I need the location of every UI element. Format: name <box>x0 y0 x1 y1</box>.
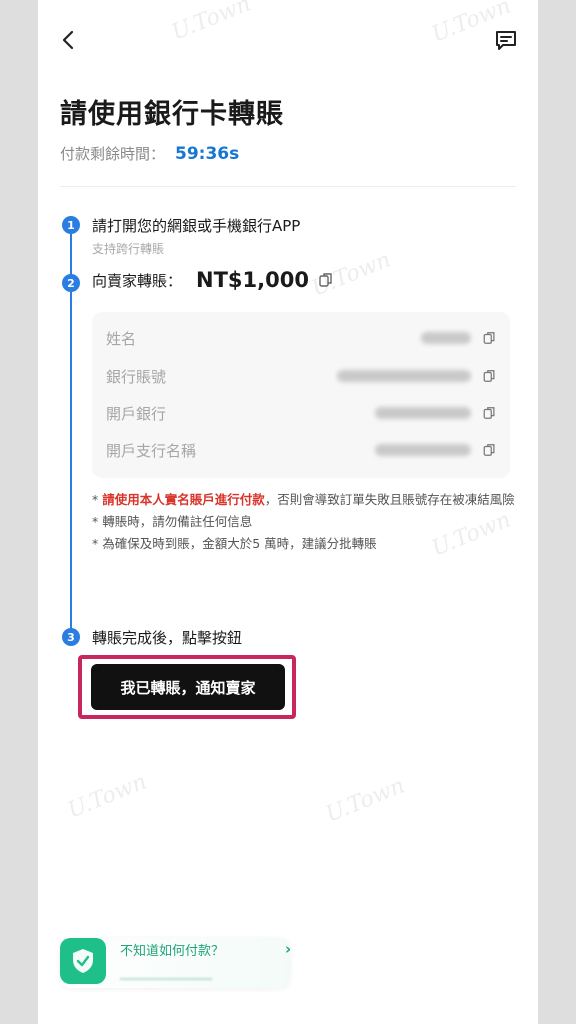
copy-icon[interactable] <box>483 369 496 383</box>
notify-seller-button[interactable]: 我已轉賬，通知賣家 <box>91 664 285 710</box>
copy-icon[interactable] <box>483 331 496 345</box>
hidden-value <box>375 444 471 456</box>
step-1-badge: 1 <box>62 216 80 234</box>
countdown: 付款剩餘時間： 59:36s <box>60 143 239 164</box>
transfer-amount-row: 向賣家轉賬： NT$1,000 <box>92 268 333 292</box>
help-subtext: ▁▁▁▁▁▁▁▁▁▁ <box>120 966 213 980</box>
step-2-title: 向賣家轉賬： <box>92 271 183 290</box>
chevron-right-icon: › <box>285 940 290 958</box>
note-3: * 為確保及時到賬，金額大於5 萬時，建議分批轉賬 <box>92 536 377 551</box>
note-2: * 轉賬時，請勿備註任何信息 <box>92 514 253 529</box>
payment-screen: U.Town U.Town U.Town U.Town U.Town U.Tow… <box>38 0 538 1024</box>
copy-icon[interactable] <box>483 406 496 420</box>
account-row-bank: 開戶銀行 <box>106 395 496 431</box>
page-title: 請使用銀行卡轉賬 <box>60 99 284 130</box>
transfer-amount: NT$1,000 <box>196 268 309 292</box>
shield-check-icon <box>60 938 106 984</box>
hidden-value <box>421 332 471 344</box>
transfer-notes: * 請使用本人實名賬戶進行付款，否則會導致訂單失敗且賬號存在被凍結風險 * 轉賬… <box>92 490 522 556</box>
watermark: U.Town <box>64 769 151 824</box>
field-label: 銀行賬號 <box>106 367 167 386</box>
chevron-left-icon <box>62 30 74 50</box>
copy-icon[interactable] <box>483 443 496 457</box>
seller-account-card: 姓名 銀行賬號 開戶銀行 開戶支行名稱 <box>92 312 510 478</box>
account-row-number: 銀行賬號 <box>106 358 496 394</box>
countdown-value: 59:36s <box>175 144 240 164</box>
field-label: 開戶支行名稱 <box>106 441 197 460</box>
watermark: U.Town <box>322 773 409 828</box>
step-2-badge: 2 <box>62 274 80 292</box>
step-1-subtitle: 支持跨行轉賬 <box>92 242 165 256</box>
field-label: 姓名 <box>106 329 137 348</box>
warning-text: 請使用本人實名賬戶進行付款 <box>102 492 265 507</box>
step-3-badge: 3 <box>62 628 80 646</box>
field-label: 開戶銀行 <box>106 404 167 423</box>
divider <box>60 186 516 187</box>
back-button[interactable] <box>56 26 80 54</box>
watermark: U.Town <box>168 0 255 46</box>
message-button[interactable] <box>494 28 520 54</box>
message-icon <box>496 31 516 50</box>
note-1: * 請使用本人實名賬戶進行付款，否則會導致訂單失敗且賬號存在被凍結風險 <box>92 492 515 507</box>
payment-help-card[interactable]: 不知道如何付款？ ▁▁▁▁▁▁▁▁▁▁ › <box>60 938 290 988</box>
account-row-branch: 開戶支行名稱 <box>106 432 496 468</box>
copy-icon[interactable] <box>319 272 333 288</box>
help-link-text: 不知道如何付款？ <box>120 944 225 959</box>
step-3-title: 轉賬完成後，點擊按鈕 <box>92 629 243 647</box>
step-1-title: 請打開您的網銀或手機銀行APP <box>92 217 301 235</box>
countdown-label: 付款剩餘時間： <box>60 145 166 163</box>
account-row-name: 姓名 <box>106 320 496 356</box>
hidden-value <box>337 370 471 382</box>
hidden-value <box>375 407 471 419</box>
